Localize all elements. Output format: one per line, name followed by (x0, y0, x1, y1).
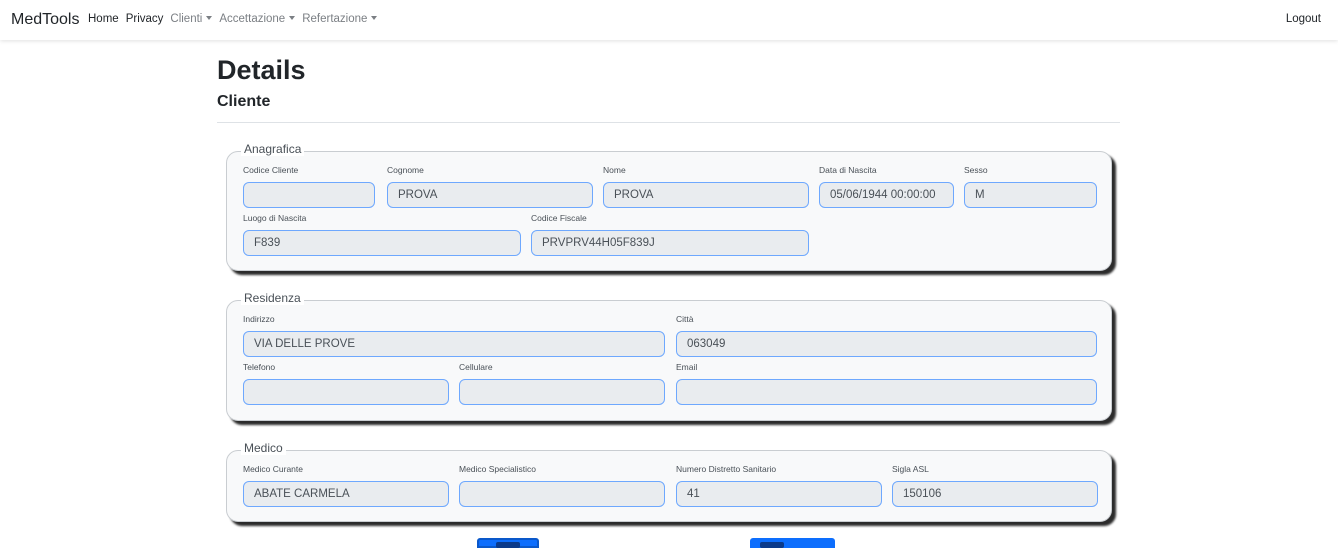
sesso-field[interactable]: M (964, 182, 1097, 208)
sesso-label: Sesso (964, 165, 988, 175)
medico-fieldset: Medico Medico Curante ABATE CARMELA Medi… (226, 441, 1112, 522)
brand-logo[interactable]: MedTools (11, 11, 79, 29)
nome-field[interactable]: PROVA (603, 182, 809, 208)
medico-curante-field[interactable]: ABATE CARMELA (243, 481, 449, 507)
sigla-asl-label: Sigla ASL (892, 464, 929, 474)
chevron-down-icon (371, 16, 378, 20)
nome-label: Nome (603, 165, 626, 175)
codice-fiscale-label: Codice Fiscale (531, 213, 587, 223)
top-navbar: MedTools Home Privacy Clienti Accettazio… (0, 0, 1338, 40)
numero-distretto-field[interactable]: 41 (676, 481, 882, 507)
edit-button[interactable] (750, 538, 835, 548)
medico-specialistico-label: Medico Specialistico (459, 464, 537, 474)
codice-cliente-label: Codice Cliente (243, 165, 299, 175)
nav-privacy[interactable]: Privacy (126, 13, 164, 25)
page-subtitle: Cliente (217, 93, 271, 110)
chevron-down-icon (289, 16, 296, 20)
indirizzo-label: Indirizzo (243, 314, 275, 324)
email-label: Email (676, 362, 698, 372)
telefono-label: Telefono (243, 362, 276, 372)
indirizzo-field[interactable]: VIA DELLE PROVE (243, 331, 665, 357)
medico-legend: Medico (241, 441, 286, 455)
chevron-down-icon (206, 16, 213, 20)
nav-refertazione-dropdown[interactable]: Refertazione (302, 13, 378, 25)
luogo-nascita-label: Luogo di Nascita (243, 213, 307, 223)
citta-field[interactable]: 063049 (676, 331, 1097, 357)
codice-cliente-field[interactable] (243, 182, 375, 208)
citta-label: Città (676, 314, 694, 324)
anagrafica-fieldset: Anagrafica Codice Cliente Cognome PROVA … (226, 142, 1112, 271)
main-nav: Home Privacy Clienti Accettazione Refert… (88, 13, 384, 25)
medico-curante-label: Medico Curante (243, 464, 304, 474)
numero-distretto-label: Numero Distretto Sanitario (676, 464, 777, 474)
button-icon (496, 542, 520, 548)
data-nascita-label: Data di Nascita (819, 165, 877, 175)
nav-clienti-dropdown[interactable]: Clienti (170, 13, 213, 25)
nav-refertazione-label: Refertazione (302, 13, 368, 25)
luogo-nascita-field[interactable]: F839 (243, 230, 521, 256)
button-icon (760, 542, 784, 548)
data-nascita-field[interactable]: 05/06/1944 00:00:00 (819, 182, 954, 208)
sigla-asl-field[interactable]: 150106 (892, 481, 1098, 507)
divider (217, 122, 1120, 123)
nav-home[interactable]: Home (88, 13, 119, 25)
telefono-field[interactable] (243, 379, 449, 405)
nav-clienti-label: Clienti (170, 13, 203, 25)
residenza-fieldset: Residenza Indirizzo VIA DELLE PROVE Citt… (226, 291, 1112, 421)
residenza-legend: Residenza (241, 291, 304, 305)
cellulare-label: Cellulare (459, 362, 493, 372)
anagrafica-legend: Anagrafica (241, 142, 305, 156)
email-field[interactable] (676, 379, 1097, 405)
nav-accettazione-dropdown[interactable]: Accettazione (219, 13, 296, 25)
cognome-field[interactable]: PROVA (387, 182, 593, 208)
page-title: Details (217, 55, 306, 85)
back-button[interactable] (477, 538, 539, 548)
medico-specialistico-field[interactable] (459, 481, 665, 507)
nav-accettazione-label: Accettazione (219, 13, 286, 25)
logout-link[interactable]: Logout (1286, 13, 1321, 25)
codice-fiscale-field[interactable]: PRVPRV44H05F839J (531, 230, 809, 256)
cellulare-field[interactable] (459, 379, 665, 405)
cognome-label: Cognome (387, 165, 424, 175)
